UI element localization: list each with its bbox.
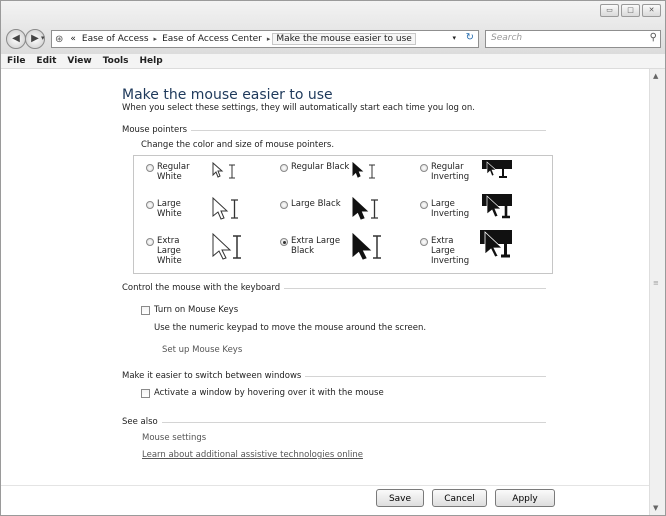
breadcrumb-separator-icon[interactable]: ▸ [265,35,273,43]
mouse-settings-link[interactable]: Mouse settings [142,433,206,443]
option-label: Large Inverting [431,199,470,219]
vertical-scrollbar[interactable]: ▲ ≡ ▼ [649,69,665,515]
breadcrumb-ease-of-access-center[interactable]: Ease of Access Center [159,34,265,44]
section-heading: Control the mouse with the keyboard [122,283,281,293]
scroll-thumb-grip-icon[interactable]: ≡ [653,279,659,287]
extra-large-black-pointer-icon [352,232,381,260]
search-icon[interactable]: ⚲ [650,32,657,43]
main-content: Make the mouse easier to use When you se… [1,69,652,515]
section-see-also: See also [122,417,546,427]
mouse-keys-checkbox[interactable] [141,305,150,315]
menu-help[interactable]: Help [139,54,162,68]
option-label: Extra Large Black [291,236,341,256]
refresh-icon[interactable]: ↻ [466,32,474,43]
regular-black-pointer-icon [352,161,375,179]
option-label: Extra Large White [157,236,182,266]
pointer-option-regular-inverting[interactable]: Regular Inverting [420,162,477,182]
recent-pages-dropdown[interactable]: ▾ [41,34,45,42]
pointer-option-regular-black[interactable]: Regular Black [280,162,355,172]
checkbox-label[interactable]: Activate a window by hovering over it wi… [154,388,384,398]
maximize-button[interactable]: □ [621,4,640,17]
close-button[interactable]: ✕ [642,4,661,17]
back-button[interactable]: ◀ [6,29,26,49]
option-label: Regular White [157,162,190,182]
radio-button[interactable] [146,238,154,246]
search-placeholder: Search [491,33,523,43]
control-panel-icon: ⊛ [55,33,64,45]
page-description: When you select these settings, they wil… [122,103,475,113]
address-dropdown-icon[interactable]: ▾ [452,34,456,42]
section-keyboard-control: Control the mouse with the keyboard [122,283,546,293]
pointer-option-regular-white[interactable]: Regular White [146,162,203,182]
footer-divider [1,485,652,486]
breadcrumb-current-page[interactable]: Make the mouse easier to use [272,33,416,45]
window-controls: ▭ □ ✕ [600,4,661,17]
menu-bar: File Edit View Tools Help [1,54,665,69]
setup-mouse-keys-link[interactable]: Set up Mouse Keys [162,345,242,355]
option-label: Extra Large Inverting [431,236,470,266]
pointer-instruction: Change the color and size of mouse point… [141,140,335,150]
option-label: Large White [157,199,182,219]
radio-button[interactable] [146,201,154,209]
pointer-option-extra-large-inverting[interactable]: Extra Large Inverting [420,236,477,266]
mouse-keys-checkbox-row[interactable]: Turn on Mouse Keys [141,305,238,315]
mouse-keys-description: Use the numeric keypad to move the mouse… [154,323,427,333]
option-label: Regular Black [291,162,350,172]
pointer-scheme-group: Regular White Regular Black Regular Inve… [133,155,553,274]
radio-button[interactable] [280,164,288,172]
breadcrumb-ease-of-access[interactable]: Ease of Access [79,34,152,44]
menu-view[interactable]: View [67,54,91,68]
section-switch-windows: Make it easier to switch between windows [122,371,546,381]
cancel-button[interactable]: Cancel [432,489,487,507]
checkbox-label[interactable]: Turn on Mouse Keys [154,305,238,315]
search-input[interactable]: Search ⚲ [485,30,661,48]
hover-activate-checkbox[interactable] [141,388,150,398]
menu-edit[interactable]: Edit [36,54,56,68]
large-white-pointer-icon [212,196,238,220]
apply-button[interactable]: Apply [495,489,555,507]
section-mouse-pointers: Mouse pointers [122,125,546,135]
menu-file[interactable]: File [7,54,25,68]
title-bar: ▭ □ ✕ ◀ ▶ ▾ ⊛ « Ease of Access ▸ Ease of… [1,1,665,55]
option-label: Large Black [291,199,341,209]
scroll-up-icon[interactable]: ▲ [653,72,658,80]
section-heading: Make it easier to switch between windows [122,371,302,381]
regular-inverting-pointer-icon [482,160,512,178]
pointer-option-large-black[interactable]: Large Black [280,199,345,209]
regular-white-pointer-icon [212,161,235,179]
menu-tools[interactable]: Tools [103,54,129,68]
radio-button[interactable] [420,201,428,209]
section-heading: See also [122,417,158,427]
page-title: Make the mouse easier to use [122,87,333,103]
minimize-button[interactable]: ▭ [600,4,619,17]
large-inverting-pointer-icon [482,194,512,219]
breadcrumb-overflow[interactable]: « [67,34,79,44]
pointer-option-extra-large-white[interactable]: Extra Large White [146,236,203,266]
pointer-option-large-white[interactable]: Large White [146,199,203,219]
radio-button[interactable] [420,164,428,172]
radio-button[interactable] [280,238,288,246]
assistive-technologies-link[interactable]: Learn about additional assistive technol… [142,450,363,460]
radio-button[interactable] [280,201,288,209]
address-bar[interactable]: ⊛ « Ease of Access ▸ Ease of Access Cent… [51,30,479,48]
large-black-pointer-icon [352,196,378,220]
extra-large-white-pointer-icon [212,232,241,260]
extra-large-inverting-pointer-icon [480,230,512,258]
radio-button[interactable] [146,164,154,172]
pointer-option-large-inverting[interactable]: Large Inverting [420,199,477,219]
section-heading: Mouse pointers [122,125,188,135]
scroll-down-icon[interactable]: ▼ [653,504,658,512]
option-label: Regular Inverting [431,162,470,182]
radio-button[interactable] [420,238,428,246]
hover-activate-checkbox-row[interactable]: Activate a window by hovering over it wi… [141,388,384,398]
control-panel-window: ▭ □ ✕ ◀ ▶ ▾ ⊛ « Ease of Access ▸ Ease of… [0,0,666,516]
pointer-option-extra-large-black[interactable]: Extra Large Black [280,236,345,256]
save-button[interactable]: Save [376,489,424,507]
breadcrumb-separator-icon[interactable]: ▸ [152,35,160,43]
